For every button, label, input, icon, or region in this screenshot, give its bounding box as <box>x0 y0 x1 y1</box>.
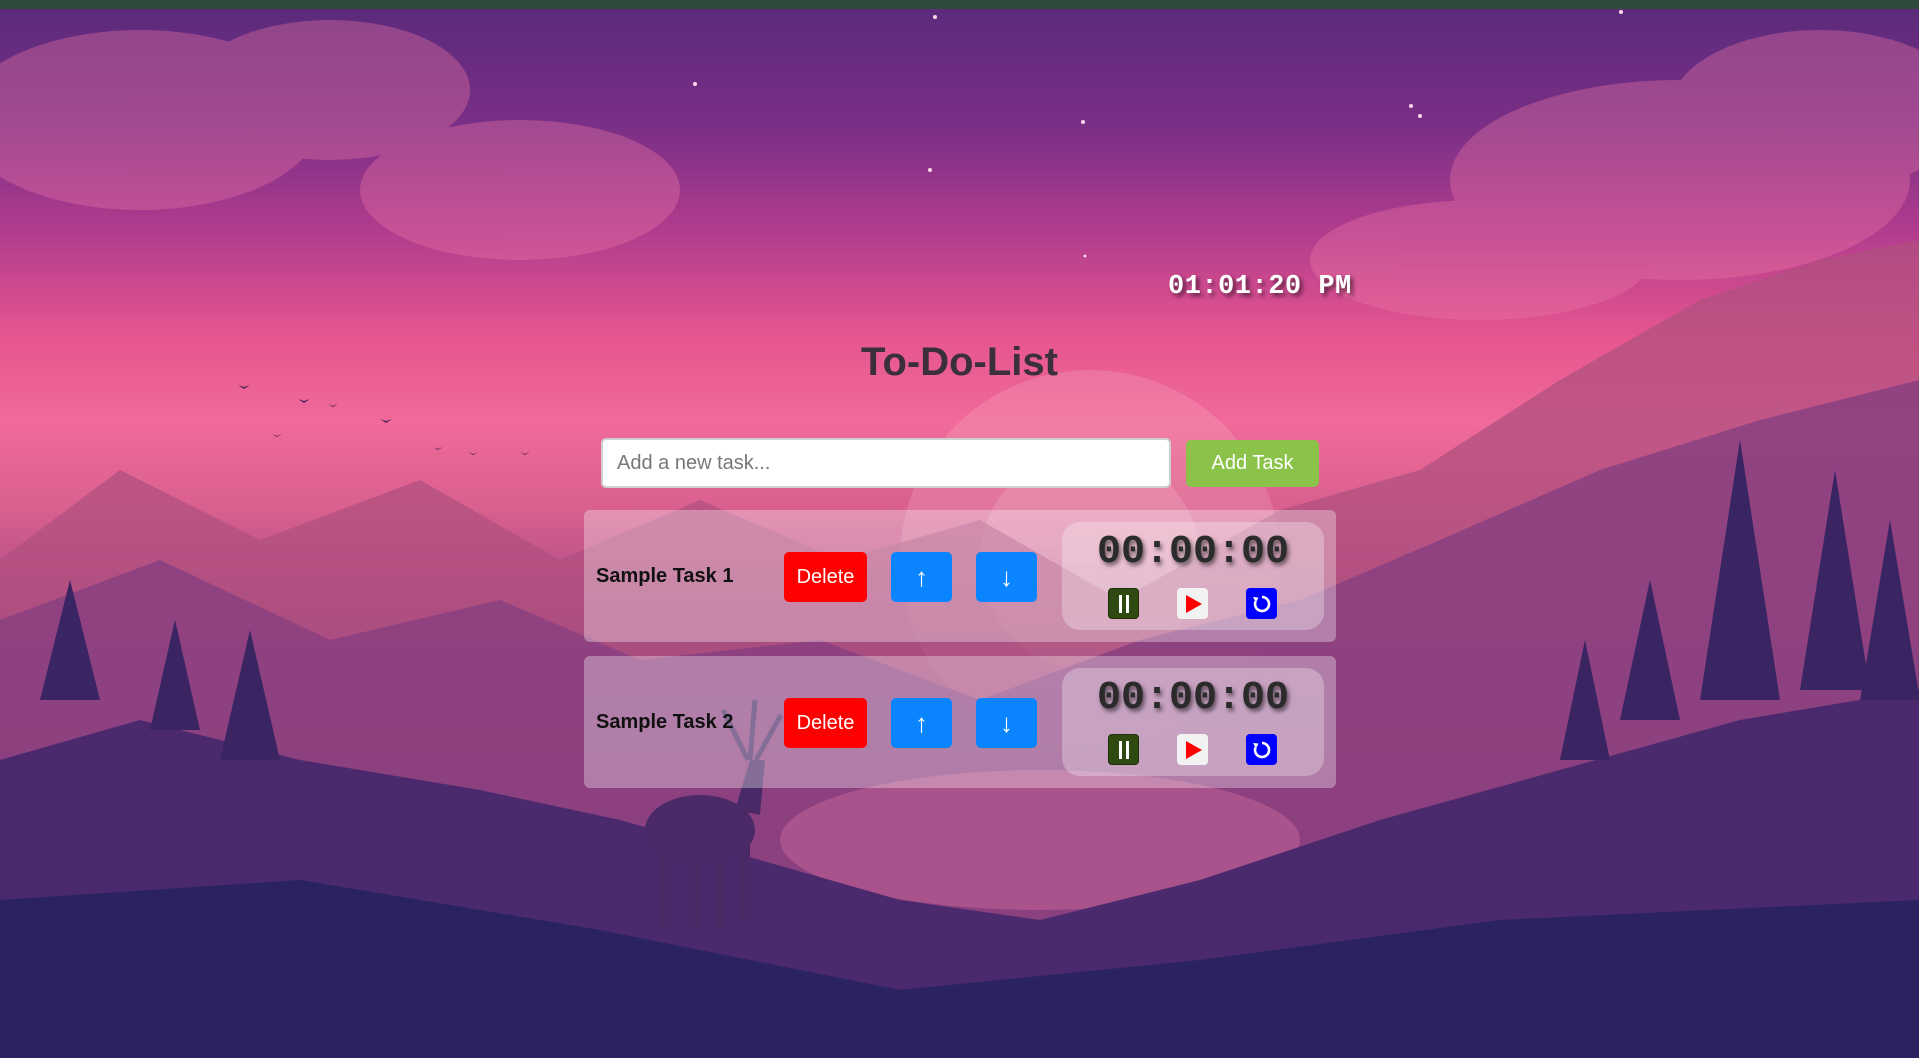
pause-timer-button[interactable] <box>1108 734 1139 765</box>
task-timer: 00:00:00 <box>1062 668 1324 776</box>
reset-icon <box>1252 595 1270 612</box>
current-time-clock: 01:01:20 PM <box>1168 272 1352 302</box>
new-task-input[interactable] <box>601 438 1171 488</box>
add-task-button[interactable]: Add Task <box>1186 440 1319 487</box>
move-up-button[interactable]: ↑ <box>891 552 952 602</box>
pause-timer-button[interactable] <box>1108 588 1139 619</box>
move-down-button[interactable]: ↓ <box>976 698 1037 748</box>
timer-display: 00:00:00 <box>1096 676 1290 721</box>
play-icon <box>1185 740 1202 759</box>
pause-icon <box>1118 594 1129 613</box>
start-timer-button[interactable] <box>1177 588 1208 619</box>
task-name: Sample Task 1 <box>596 564 734 587</box>
task-name: Sample Task 2 <box>596 710 734 733</box>
play-icon <box>1185 594 1202 613</box>
move-down-button[interactable]: ↓ <box>976 552 1037 602</box>
delete-task-button[interactable]: Delete <box>784 552 867 602</box>
page-title: To-Do-List <box>861 340 1058 384</box>
move-up-button[interactable]: ↑ <box>891 698 952 748</box>
reset-timer-button[interactable] <box>1246 588 1277 619</box>
task-card: Sample Task 2 Delete ↑ ↓ 00:00:00 <box>584 656 1336 788</box>
task-timer: 00:00:00 <box>1062 522 1324 630</box>
reset-icon <box>1252 741 1270 758</box>
delete-task-button[interactable]: Delete <box>784 698 867 748</box>
timer-display: 00:00:00 <box>1096 530 1290 575</box>
reset-timer-button[interactable] <box>1246 734 1277 765</box>
start-timer-button[interactable] <box>1177 734 1208 765</box>
task-card: Sample Task 1 Delete ↑ ↓ 00:00:00 <box>584 510 1336 642</box>
pause-icon <box>1118 740 1129 759</box>
